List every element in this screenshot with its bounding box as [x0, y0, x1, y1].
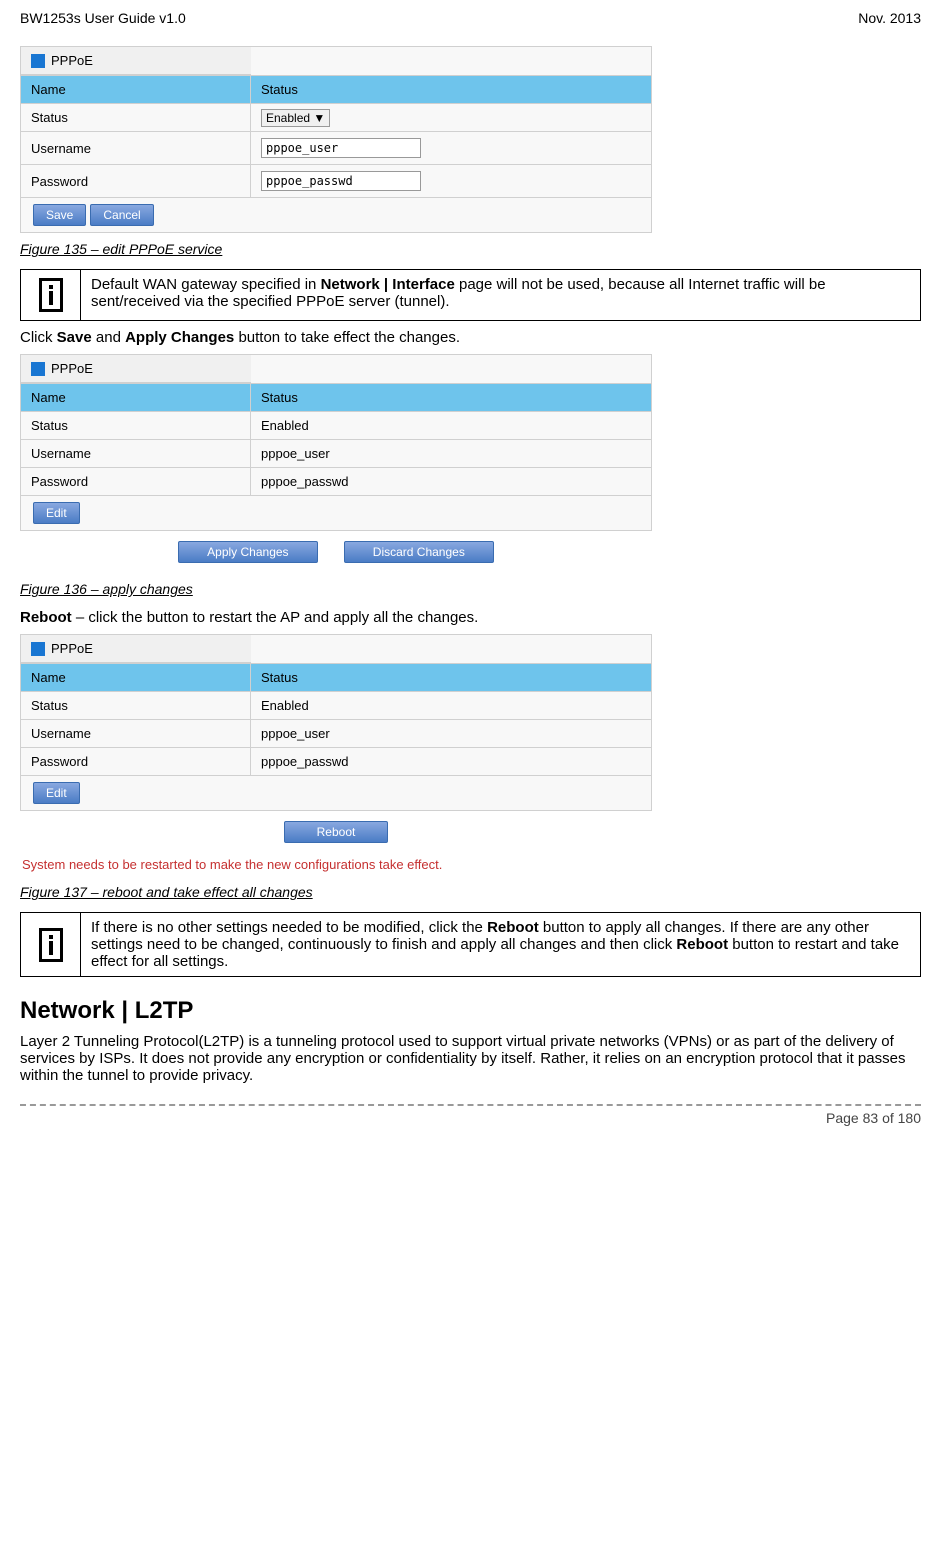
pppoe-reboot-table: PPPoE NameStatus StatusEnabled Usernamep…: [20, 634, 652, 811]
panel-title: PPPoE: [51, 361, 93, 376]
row-username-value: pppoe_user: [251, 440, 652, 468]
reboot-warning: System needs to be restarted to make the…: [20, 853, 652, 876]
cancel-button[interactable]: Cancel: [90, 204, 153, 226]
row-status-value: Enabled: [251, 412, 652, 440]
row-password-label: Password: [21, 165, 251, 198]
save-button[interactable]: Save: [33, 204, 86, 226]
col-status: Status: [251, 76, 652, 104]
col-status: Status: [251, 664, 652, 692]
apply-changes-button[interactable]: Apply Changes: [178, 541, 317, 563]
doc-title: BW1253s User Guide v1.0: [20, 10, 186, 26]
info-icon: [39, 928, 63, 962]
doc-date: Nov. 2013: [858, 10, 921, 26]
row-username-value: pppoe_user: [251, 720, 652, 748]
col-name: Name: [21, 76, 251, 104]
panel-title: PPPoE: [51, 53, 93, 68]
reboot-button[interactable]: Reboot: [284, 821, 389, 843]
row-username-label: Username: [21, 132, 251, 165]
panel-icon: [31, 642, 45, 656]
body-text-2: Reboot – click the button to restart the…: [20, 609, 921, 626]
password-input[interactable]: [261, 171, 421, 191]
col-status: Status: [251, 384, 652, 412]
body-text-1: Click Save and Apply Changes button to t…: [20, 329, 921, 346]
edit-button[interactable]: Edit: [33, 782, 80, 804]
username-input[interactable]: [261, 138, 421, 158]
row-status-label: Status: [21, 104, 251, 132]
row-username-label: Username: [21, 720, 251, 748]
col-name: Name: [21, 384, 251, 412]
row-status-value: Enabled: [251, 692, 652, 720]
section-title-l2tp: Network | L2TP: [20, 997, 921, 1025]
row-status-label: Status: [21, 412, 251, 440]
discard-changes-button[interactable]: Discard Changes: [344, 541, 494, 563]
status-select[interactable]: Enabled ▼: [261, 109, 330, 127]
row-username-label: Username: [21, 440, 251, 468]
pppoe-edit-table: PPPoE NameStatus Status Enabled ▼ Usernam…: [20, 46, 652, 233]
info-text-1: Default WAN gateway specified in Network…: [81, 270, 920, 320]
row-status-label: Status: [21, 692, 251, 720]
page-footer: Page 83 of 180: [20, 1104, 921, 1126]
info-box-1: Default WAN gateway specified in Network…: [20, 269, 921, 321]
figure-135-caption: Figure 135 – edit PPPoE service: [20, 241, 921, 257]
info-box-2: If there is no other settings needed to …: [20, 912, 921, 977]
row-password-value: pppoe_passwd: [251, 468, 652, 496]
panel-title: PPPoE: [51, 641, 93, 656]
info-icon: [39, 278, 63, 312]
figure-137-caption: Figure 137 – reboot and take effect all …: [20, 884, 921, 900]
row-password-label: Password: [21, 468, 251, 496]
row-password-label: Password: [21, 748, 251, 776]
panel-icon: [31, 54, 45, 68]
status-select-value: Enabled: [266, 111, 310, 125]
l2tp-body: Layer 2 Tunneling Protocol(L2TP) is a tu…: [20, 1033, 921, 1084]
edit-button[interactable]: Edit: [33, 502, 80, 524]
panel-icon: [31, 362, 45, 376]
row-password-value: pppoe_passwd: [251, 748, 652, 776]
col-name: Name: [21, 664, 251, 692]
info-text-2: If there is no other settings needed to …: [81, 913, 920, 976]
figure-136-caption: Figure 136 – apply changes: [20, 581, 921, 597]
pppoe-view-table: PPPoE NameStatus StatusEnabled Usernamep…: [20, 354, 652, 531]
